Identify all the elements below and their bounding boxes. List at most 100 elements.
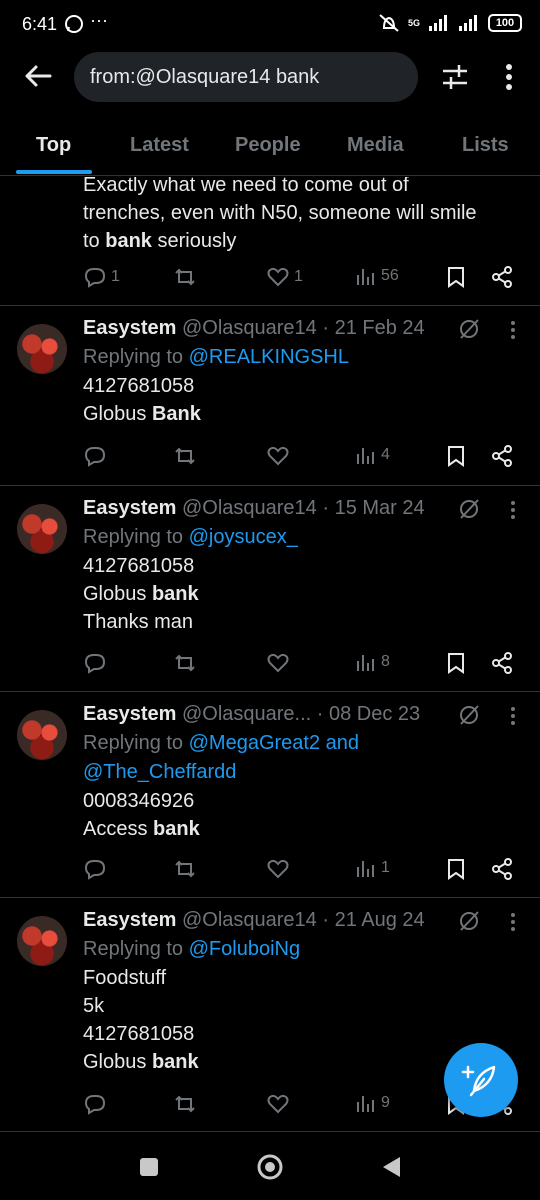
mention-link[interactable]: @The_Cheffardd xyxy=(83,761,236,783)
more-vertical-icon[interactable] xyxy=(494,60,524,94)
bookmark-icon[interactable] xyxy=(445,651,467,675)
tweet-card[interactable]: Easystem @Olasquare14 · 15 Mar 24 Replyi… xyxy=(0,486,540,692)
tab-latest[interactable]: Latest xyxy=(130,134,189,157)
translate-off-icon[interactable] xyxy=(456,496,482,522)
heart-icon xyxy=(267,267,289,287)
recents-icon[interactable] xyxy=(138,1156,160,1178)
tab-media[interactable]: Media xyxy=(347,134,404,157)
tweet-header: Easystem @Olasquare14 · 21 Aug 24 xyxy=(83,906,425,934)
retweet-icon[interactable] xyxy=(173,651,197,675)
replying-to: Replying to @joysucex_ xyxy=(83,523,298,551)
reply-icon[interactable] xyxy=(83,651,107,675)
bookmark-icon[interactable] xyxy=(445,857,467,881)
author-handle[interactable]: @Olasquare14 xyxy=(182,909,317,931)
tweet-text-fragment: 4127681058 xyxy=(83,375,195,397)
reply-icon[interactable] xyxy=(83,857,107,881)
tweet-text-fragment: Globus xyxy=(83,1051,152,1073)
avatar[interactable] xyxy=(17,504,67,554)
tweet-card[interactable]: Easystem @Olasquare14 · 21 Feb 24 Replyi… xyxy=(0,306,540,486)
view-count: 56 xyxy=(381,267,399,284)
mention-link[interactable]: @REALKINGSHL xyxy=(189,346,349,368)
compose-button[interactable] xyxy=(444,1043,518,1117)
views-button[interactable]: 4 xyxy=(355,444,390,466)
system-navigation-bar xyxy=(0,1132,540,1200)
view-count: 1 xyxy=(381,859,390,876)
more-vertical-icon[interactable] xyxy=(506,320,520,340)
more-vertical-icon[interactable] xyxy=(506,500,520,520)
home-icon[interactable] xyxy=(256,1153,284,1181)
tweet-date: · 21 Aug 24 xyxy=(322,909,425,931)
search-input[interactable]: from:@Olasquare14 bank xyxy=(74,52,418,102)
tweet-text-line: to bank seriously xyxy=(83,227,236,255)
heart-icon[interactable] xyxy=(266,1092,290,1116)
bookmark-icon[interactable] xyxy=(445,444,467,468)
author-name[interactable]: Easystem xyxy=(83,497,176,519)
views-button[interactable]: 56 xyxy=(355,265,399,287)
tweet-actions: 1 1 56 xyxy=(83,265,523,295)
retweet-icon[interactable] xyxy=(173,444,197,468)
reply-icon xyxy=(84,268,106,288)
avatar[interactable] xyxy=(17,710,67,760)
tweet-text-line: trenches, even with N50, someone will sm… xyxy=(83,202,477,224)
retweet-icon[interactable] xyxy=(173,857,197,881)
replying-label: Replying to xyxy=(83,938,189,960)
tweet-text-fragment: 0008346926 xyxy=(83,790,195,812)
tweet-partial[interactable]: Exactly what we need to come out of tren… xyxy=(0,177,540,306)
tab-top[interactable]: Top xyxy=(36,134,71,157)
share-icon[interactable] xyxy=(490,857,514,881)
reply-button[interactable]: 1 xyxy=(83,265,120,289)
tweet-actions: 4 xyxy=(83,444,523,474)
tweet-text-fragment: Globus xyxy=(83,403,152,425)
author-handle[interactable]: @Olasquare14 xyxy=(182,317,317,339)
mention-link[interactable]: @FoluboiNg xyxy=(189,938,300,960)
reply-icon[interactable] xyxy=(83,1092,107,1116)
mention-link[interactable]: @joysucex_ xyxy=(189,526,298,548)
replying-label: Replying to xyxy=(83,346,189,368)
arrow-left-icon[interactable] xyxy=(22,60,54,92)
views-button[interactable]: 8 xyxy=(355,651,390,673)
heart-icon[interactable] xyxy=(266,651,290,675)
like-count: 1 xyxy=(294,268,303,285)
share-icon[interactable] xyxy=(490,444,514,468)
search-results-feed[interactable]: Exactly what we need to come out of tren… xyxy=(0,177,540,1132)
heart-icon[interactable] xyxy=(266,857,290,881)
tweet-header: Easystem @Olasquare... · 08 Dec 23 xyxy=(83,700,420,728)
whatsapp-icon xyxy=(65,15,83,33)
keyword-highlight: bank xyxy=(105,230,152,252)
mention-link[interactable]: @MegaGreat2 and xyxy=(189,732,359,754)
like-button[interactable]: 1 xyxy=(266,265,303,289)
more-vertical-icon[interactable] xyxy=(506,912,520,932)
share-icon[interactable] xyxy=(490,651,514,675)
tweet-actions: 8 xyxy=(83,651,523,681)
views-button[interactable]: 9 xyxy=(355,1092,390,1114)
tab-people[interactable]: People xyxy=(235,134,301,157)
heart-icon[interactable] xyxy=(266,444,290,468)
signal-icon xyxy=(429,15,447,31)
back-nav-icon[interactable] xyxy=(380,1155,402,1179)
retweet-button[interactable] xyxy=(173,265,197,289)
search-query: from:@Olasquare14 bank xyxy=(90,66,320,88)
bookmark-icon[interactable] xyxy=(445,265,467,289)
share-icon[interactable] xyxy=(490,265,514,289)
translate-off-icon[interactable] xyxy=(456,908,482,934)
more-vertical-icon[interactable] xyxy=(506,706,520,726)
views-icon xyxy=(357,448,374,464)
views-button[interactable]: 1 xyxy=(355,857,390,879)
author-name[interactable]: Easystem xyxy=(83,703,176,725)
retweet-icon[interactable] xyxy=(173,1092,197,1116)
avatar[interactable] xyxy=(17,916,67,966)
signal-icon-2 xyxy=(459,15,477,31)
translate-off-icon[interactable] xyxy=(456,702,482,728)
author-name[interactable]: Easystem xyxy=(83,909,176,931)
avatar[interactable] xyxy=(17,324,67,374)
author-handle[interactable]: @Olasquare14 xyxy=(182,497,317,519)
translate-off-icon[interactable] xyxy=(456,316,482,342)
replying-to: Replying to @FoluboiNg xyxy=(83,935,300,963)
author-handle[interactable]: @Olasquare... xyxy=(182,703,311,725)
reply-icon[interactable] xyxy=(83,444,107,468)
sliders-icon[interactable] xyxy=(438,60,472,94)
author-name[interactable]: Easystem xyxy=(83,317,176,339)
tweet-card[interactable]: Easystem @Olasquare... · 08 Dec 23 Reply… xyxy=(0,692,540,898)
tab-lists[interactable]: Lists xyxy=(462,134,509,157)
search-header: from:@Olasquare14 bank xyxy=(0,48,540,108)
